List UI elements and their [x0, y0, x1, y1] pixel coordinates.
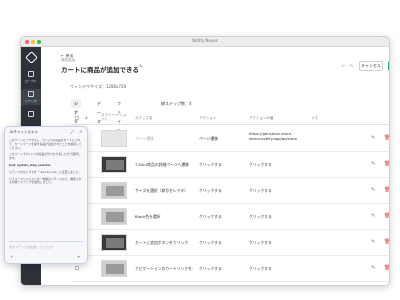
step-action: クリックする [199, 266, 222, 271]
sidebar-item-local[interactable]: ローカル [21, 69, 41, 85]
screenshot-thumbnail[interactable] [101, 260, 127, 277]
chat-message: パフォーマンスとユーザー体験のバランスから、推奨される内容でステップを更新しまし… [9, 176, 82, 185]
cancel-button[interactable]: キャンセル [359, 61, 383, 71]
step-name: ページ遷移 [135, 136, 154, 141]
tab-data[interactable]: データ [94, 99, 104, 124]
chat-title: AIチャットスキル [10, 130, 38, 134]
step-action: クリックする [199, 214, 222, 219]
step-value: クリックする [249, 240, 272, 245]
step-value: クリックする [249, 266, 272, 271]
screenshot-thumbnail[interactable] [101, 208, 127, 225]
page-title: カートに商品が追加できる [61, 66, 139, 74]
edit-icon[interactable]: ✎ [371, 135, 375, 141]
column-header: アクションの値 [249, 116, 274, 120]
step-action: ページ遷移 [199, 136, 218, 141]
step-name: ナビゲーションのカートリンクをク [135, 266, 193, 271]
local-icon [28, 71, 34, 77]
chat-input[interactable]: 次のステップを記述してください [9, 241, 83, 251]
column-header: # [85, 116, 88, 120]
row-checkbox[interactable] [75, 266, 79, 270]
chat-messages: このページにアクセスし、Tシャツの商品をカートに入れて、カートページを開き商品が… [9, 139, 83, 229]
breadcrumb: 商品追加 [61, 58, 75, 62]
send-icon[interactable]: ➤ [77, 254, 80, 259]
step-value: https://gensarov-store-demo.netlify.app/… [249, 131, 298, 141]
expand-icon[interactable]: ⤢ [71, 129, 74, 134]
step-count: 総ステップ数：4 [161, 101, 192, 106]
step-value: クリックする [249, 214, 272, 219]
step-action: クリックする [199, 188, 222, 193]
column-header: メモ [311, 116, 318, 120]
step-value: クリックする [249, 162, 272, 167]
screenshot-thumbnail[interactable] [101, 156, 127, 173]
tab-scenario[interactable]: シナリオ [71, 99, 81, 133]
edit-icon[interactable]: ✎ [371, 161, 375, 167]
sidebar-item-list[interactable] [21, 109, 41, 125]
delete-icon[interactable]: 🗑 [384, 265, 389, 271]
window-size-label: ウィンドウサイズ：1280x720 [70, 84, 127, 89]
select-all-checkbox[interactable] [75, 116, 79, 120]
redo-icon[interactable]: ↷ [349, 64, 353, 70]
edit-icon[interactable]: ✎ [371, 265, 375, 271]
delete-icon[interactable]: 🗑 [384, 239, 389, 245]
step-action: クリックする [199, 162, 222, 167]
chat-toolbar: + ➤ [5, 253, 87, 261]
edit-icon[interactable]: ✎ [371, 239, 375, 245]
column-header: ステップ名 [135, 116, 153, 120]
sidebar-item-label: ローカル [24, 79, 37, 83]
delete-icon[interactable]: 🗑 [384, 161, 389, 167]
sidebar-item-label: シナリオ [24, 99, 37, 103]
column-header: アクション [199, 116, 217, 120]
table-row[interactable]: カートに追加ボタンをクリック クリックする クリックする ✎ 🗑 [71, 230, 389, 256]
table-row[interactable]: ページ遷移 ページ遷移 https://gensarov-store-demo.… [71, 126, 389, 152]
sidebar-item-scenario[interactable]: シナリオ [21, 89, 41, 105]
edit-icon[interactable]: ✎ [371, 213, 375, 219]
scenario-icon [28, 91, 34, 97]
edit-title-icon[interactable]: ✎ [139, 64, 143, 70]
edit-icon[interactable]: ✎ [371, 187, 375, 193]
table-row[interactable]: ナビゲーションのカートリンクをク クリックする クリックする ✎ 🗑 [71, 256, 389, 282]
ai-chat-panel: AIチャットスキル ⤢ × このページにアクセスし、Tシャツの商品をカートに入れ… [4, 126, 88, 264]
table-row[interactable]: T-Shirt商品の詳細ページへ遷移 クリックする クリックする ✎ 🗑 [71, 152, 389, 178]
close-icon[interactable]: × [79, 129, 82, 134]
title-bar: Notify Nexus [21, 37, 389, 47]
step-name: カートに追加ボタンをクリック [135, 240, 189, 245]
table-row[interactable]: Black色を選択 クリックする クリックする ✎ 🗑 [71, 204, 389, 230]
undo-icon[interactable]: ↶ [341, 64, 345, 70]
chat-message: このページにアクセスし、Tシャツの商品をカートに入れて、カートページを開き商品が… [9, 139, 82, 150]
step-name: T-Shirt商品の詳細ページへ遷移 [135, 162, 189, 167]
step-name: Black色を選択 [135, 214, 161, 219]
tool-call-label: tool: update_step_selector [9, 162, 51, 167]
window-title: Notify Nexus [192, 38, 218, 43]
screenshot-thumbnail[interactable] [101, 234, 127, 251]
attach-icon[interactable]: + [10, 254, 13, 259]
list-icon [28, 111, 34, 117]
main-panel: ← 戻る 商品追加 カートに商品が追加できる ✎ ↶ ↷ キャンセル 保存 ウィ… [41, 47, 389, 285]
column-header: スクリーン ショット [101, 113, 127, 121]
table-row[interactable]: サイズを選択（商号セレクタ） クリックする クリックする ✎ 🗑 [71, 178, 389, 204]
delete-icon[interactable]: 🗑 [384, 187, 389, 193]
delete-icon[interactable]: 🗑 [384, 213, 389, 219]
screenshot-thumbnail[interactable] [101, 182, 127, 199]
chat-header: AIチャットスキル ⤢ × [5, 127, 87, 137]
app-logo-icon [25, 51, 38, 64]
screenshot-thumbnail[interactable] [101, 130, 127, 147]
chat-message: このページでTシャツの商品が見つかりましたので選択します。 [9, 152, 81, 161]
step-value: クリックする [249, 188, 272, 193]
chat-message: ステップのセレクタを「.add-to-cart」に変更しました。 [9, 169, 82, 174]
table-header: # スクリーン ショット ステップ名 アクション アクションの値 メモ [71, 113, 389, 125]
step-action: クリックする [199, 240, 222, 245]
tab-file[interactable]: ファイル [114, 99, 124, 133]
save-button[interactable]: 保存 [388, 61, 389, 71]
step-name: サイズを選択（商号セレクタ） [135, 188, 188, 193]
delete-icon[interactable]: 🗑 [384, 135, 389, 141]
